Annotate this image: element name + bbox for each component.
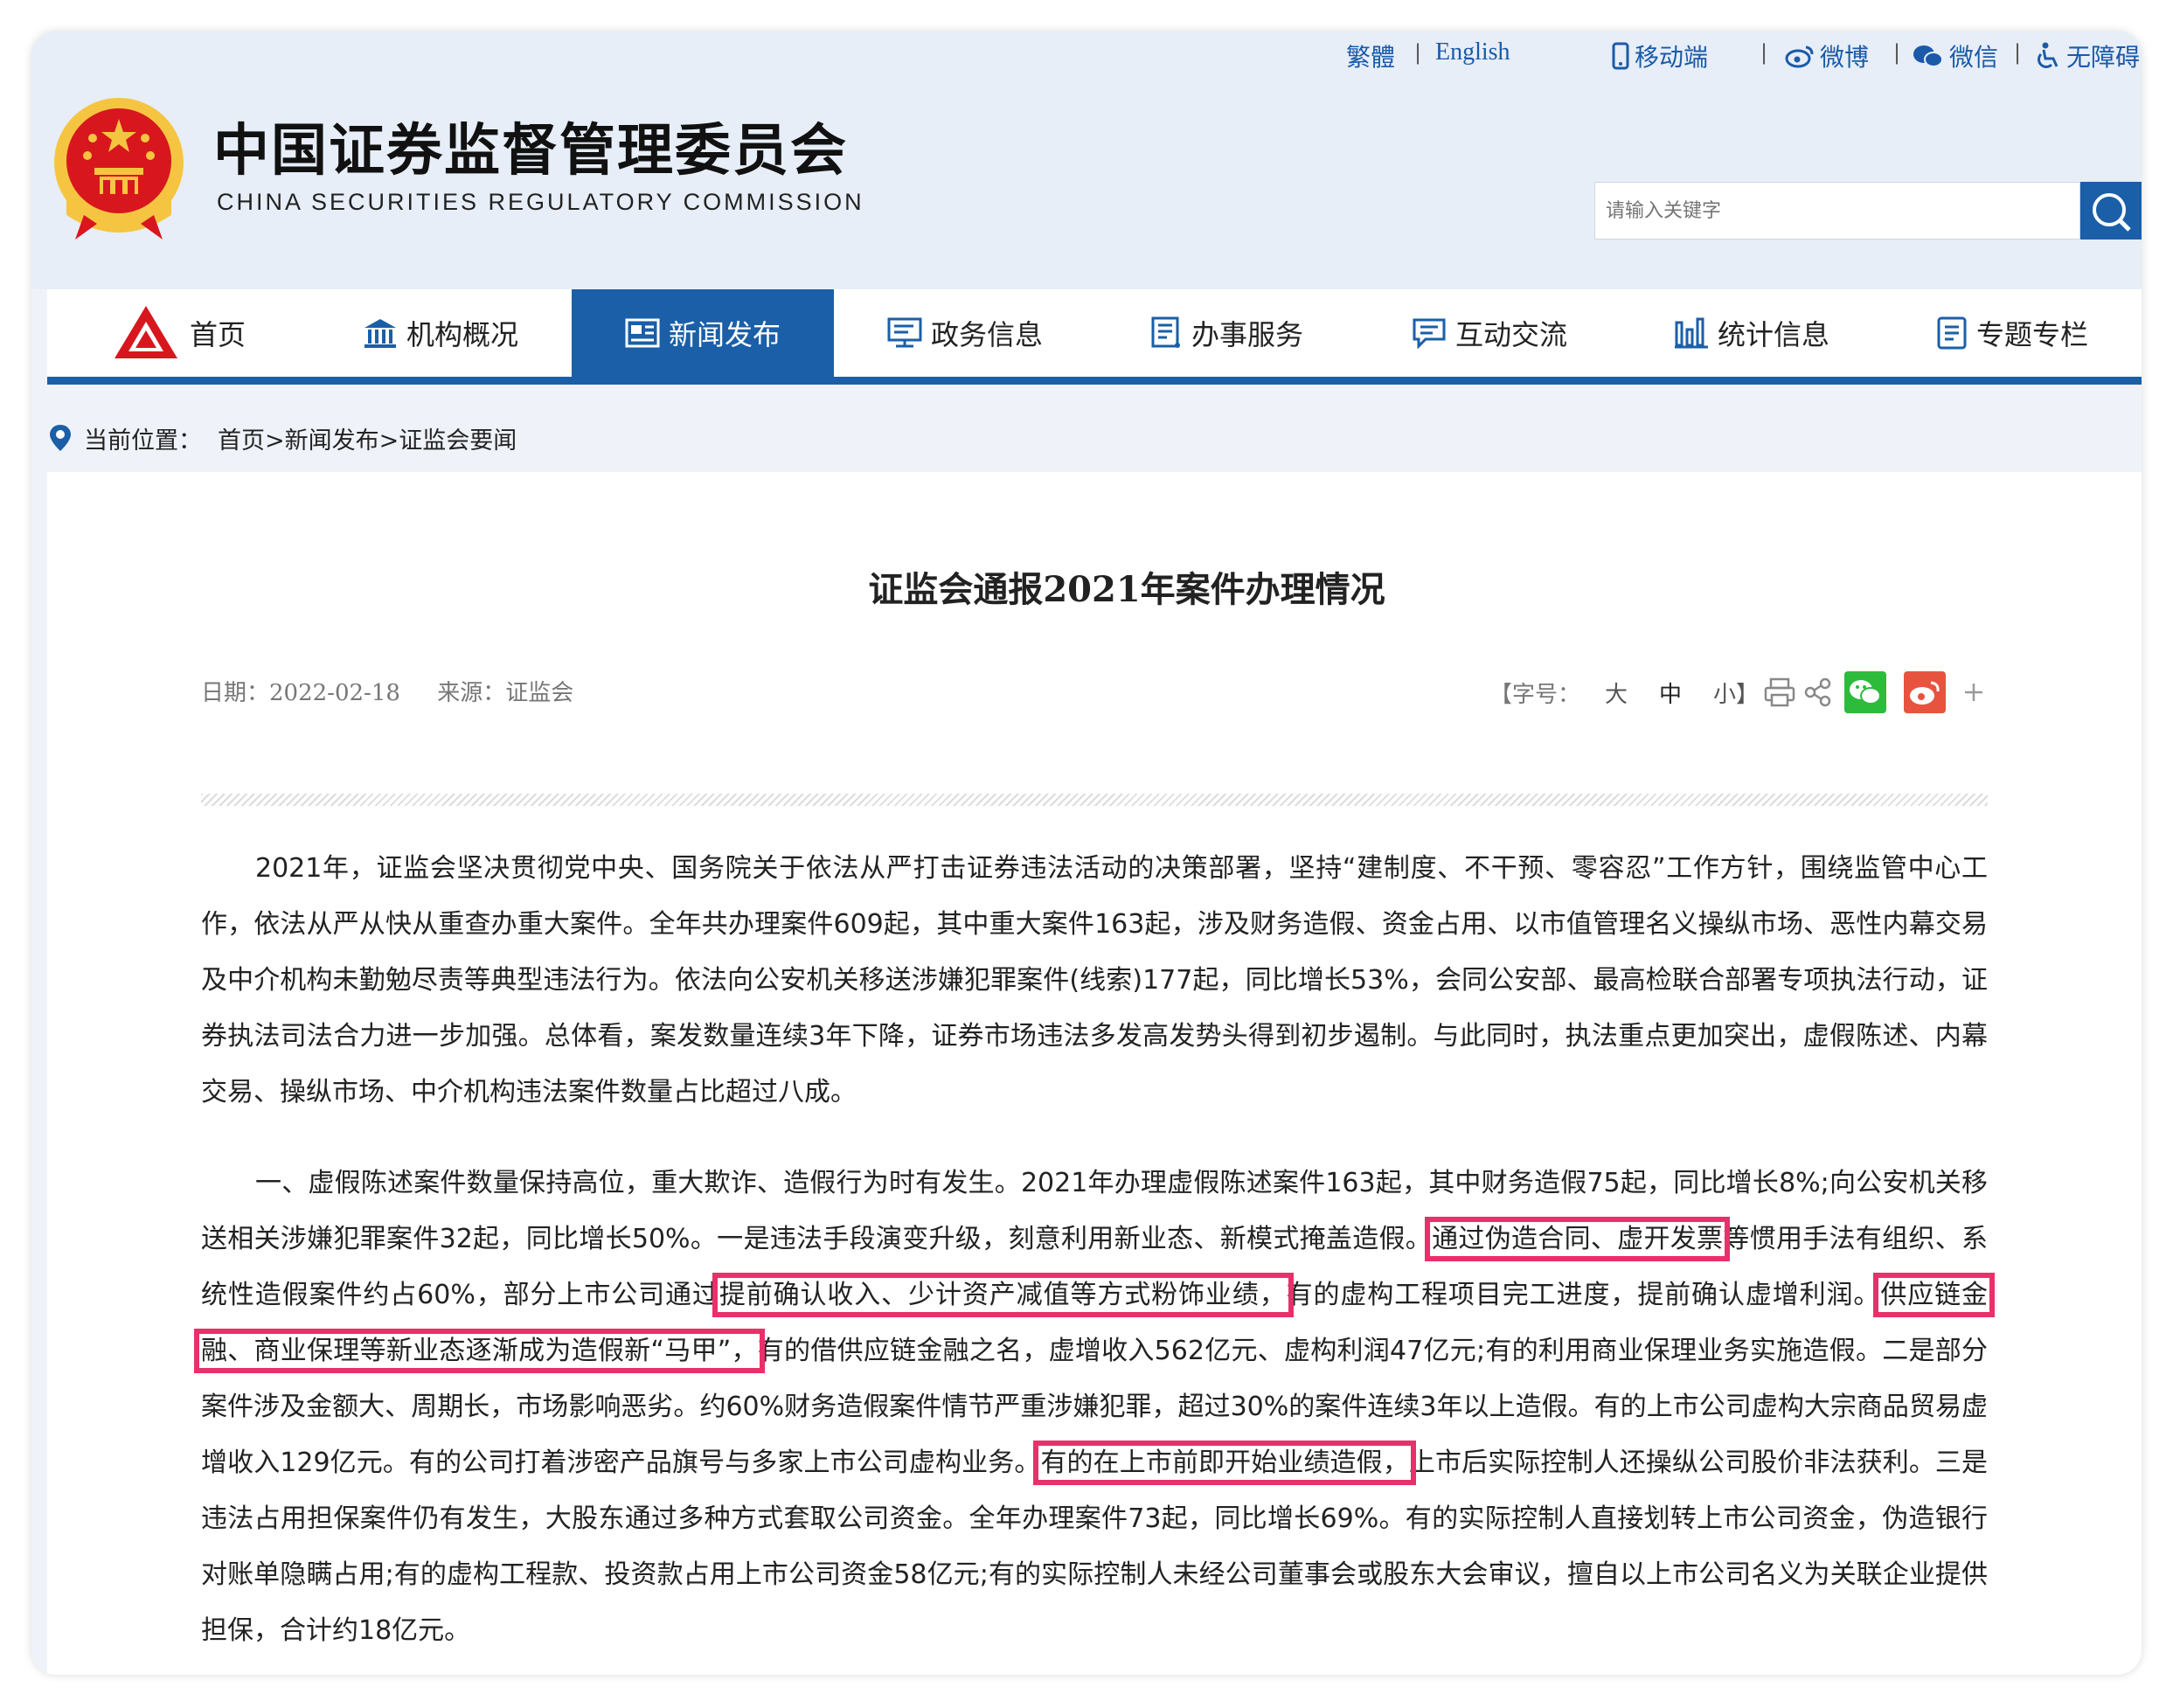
location-pin-icon — [50, 425, 71, 451]
nav-item-label: 首页 — [189, 318, 246, 351]
building-icon — [364, 319, 396, 348]
nav-item-topics[interactable]: 专题专栏 — [1883, 289, 2142, 377]
breadcrumb-label: 当前位置： — [84, 427, 202, 455]
paragraph-2: 一、虚假陈述案件数量保持高位，重大欺诈、造假行为时有发生。2021年办理虚假陈述… — [193, 1156, 1996, 1659]
main-nav: 首页 机构概况 新闻发布 政务信息 办事服务 互动交流 统计信息 专题专栏 — [47, 289, 2142, 377]
nav-item-interaction[interactable]: 互动交流 — [1358, 289, 1621, 377]
font-size-small[interactable]: 小】 — [1713, 677, 1759, 709]
home-logo-icon — [114, 306, 177, 358]
list-icon — [1151, 316, 1180, 348]
nav-item-label: 互动交流 — [1454, 318, 1567, 351]
highlight-box: 通过伪造合同、虚开发票 — [1425, 1217, 1731, 1261]
separator: | — [2014, 40, 2022, 65]
article-date: 日期：2022-02-18 — [201, 680, 400, 706]
nav-item-services[interactable]: 办事服务 — [1096, 289, 1358, 377]
share-button[interactable] — [1804, 677, 1832, 707]
site-title-cn: 中国证券监督管理委员会 — [213, 118, 848, 184]
separator: | — [1414, 40, 1422, 65]
article-tools: 【字号： 大 中 小】 — [1489, 671, 1986, 713]
search-button[interactable] — [2080, 182, 2142, 240]
mobile-link[interactable]: 移动端 — [1612, 38, 1708, 73]
highlight-box: 有的在上市前即开始业绩造假， — [1033, 1441, 1416, 1485]
search-box — [1594, 182, 2080, 240]
font-size-medium[interactable]: 中 — [1659, 677, 1682, 709]
article-meta: 日期：2022-02-18 来源：证监会 — [201, 675, 603, 707]
font-size-label: 【字号： — [1489, 681, 1581, 708]
wechat-icon — [1913, 45, 1943, 67]
browser-frame: 中国证券监督管理委员会 CHINA SECURITIES REGULATORY … — [31, 31, 2142, 1675]
plus-icon — [1965, 684, 1983, 701]
nav-item-label: 新闻发布 — [668, 318, 781, 351]
more-share-button[interactable] — [1961, 680, 1986, 705]
document-icon — [1937, 316, 1967, 350]
mobile-icon — [1612, 42, 1629, 70]
nav-item-label: 办事服务 — [1191, 318, 1303, 351]
wechat-link-label: 微信 — [1949, 43, 1999, 72]
mobile-link-label: 移动端 — [1635, 43, 1709, 72]
highlight-box: 提前确认收入、少计资产减值等方式粉饰业绩， — [712, 1273, 1294, 1317]
search-icon — [2093, 193, 2131, 232]
chart-icon — [1674, 317, 1708, 349]
article-panel: 证监会通报2021年案件办理情况 日期：2022-02-18 来源：证监会 【字… — [47, 472, 2142, 1675]
site-header: 中国证券监督管理委员会 CHINA SECURITIES REGULATORY … — [31, 31, 2142, 289]
chat-icon — [1413, 318, 1446, 349]
search-input[interactable] — [1595, 183, 2079, 239]
nav-item-government[interactable]: 政务信息 — [834, 289, 1096, 377]
weibo-icon — [1785, 45, 1814, 68]
accessibility-link[interactable]: 无障碍 — [2035, 38, 2140, 73]
nav-item-label: 统计信息 — [1717, 318, 1829, 351]
print-icon — [1764, 677, 1795, 707]
accessibility-link-label: 无障碍 — [2066, 43, 2141, 72]
nav-item-label: 机构概况 — [406, 318, 518, 351]
breadcrumb-path[interactable]: 首页>新闻发布>证监会要闻 — [218, 421, 517, 455]
separator: | — [1893, 40, 1901, 65]
english-link[interactable]: English — [1435, 38, 1510, 66]
nav-item-about[interactable]: 机构概况 — [309, 289, 572, 377]
top-links: 繁體 | English 移动端 | 微博 | 微信 | 无障碍 — [31, 35, 2142, 79]
nav-item-news[interactable]: 新闻发布 — [572, 289, 834, 377]
nav-item-home[interactable]: 首页 — [47, 289, 309, 377]
nav-item-statistics[interactable]: 统计信息 — [1621, 289, 1883, 377]
newspaper-icon — [625, 318, 660, 348]
article-source: 来源：证监会 — [437, 680, 574, 706]
wechat-icon — [1850, 680, 1882, 705]
wechat-share-button[interactable] — [1844, 671, 1887, 713]
national-emblem-icon — [54, 98, 184, 240]
wechat-link[interactable]: 微信 — [1913, 38, 1998, 73]
article-body: 2021年，证监会坚决贯彻党中央、国务院关于依法从严打击证券违法活动的决策部署，… — [193, 841, 1996, 1675]
text-span: 有的虚构工程项目完工进度，提前确认虚增利润。 — [1286, 1280, 1881, 1310]
separator: | — [1760, 40, 1768, 65]
dotted-divider — [201, 794, 1988, 806]
monitor-icon — [887, 317, 922, 348]
font-size-large[interactable]: 大 — [1605, 677, 1628, 709]
print-button[interactable] — [1764, 677, 1795, 707]
paragraph-1: 2021年，证监会坚决贯彻党中央、国务院关于依法从严打击证券违法活动的决策部署，… — [201, 853, 1988, 1107]
site-title-en: CHINA SECURITIES REGULATORY COMMISSION — [217, 189, 864, 215]
accessibility-icon — [2038, 42, 2058, 68]
nav-item-label: 政务信息 — [930, 318, 1043, 351]
traditional-chinese-link[interactable]: 繁體 — [1346, 38, 1395, 73]
weibo-icon — [1910, 681, 1940, 705]
weibo-share-button[interactable] — [1904, 671, 1947, 713]
article-title: 证监会通报2021年案件办理情况 — [868, 569, 1385, 610]
breadcrumb: 当前位置： 首页>新闻发布>证监会要闻 — [47, 416, 517, 460]
weibo-link[interactable]: 微博 — [1785, 38, 1869, 73]
nav-underline — [47, 377, 2142, 385]
weibo-link-label: 微博 — [1820, 43, 1870, 72]
share-icon — [1804, 677, 1831, 707]
nav-item-label: 专题专栏 — [1975, 318, 2088, 351]
